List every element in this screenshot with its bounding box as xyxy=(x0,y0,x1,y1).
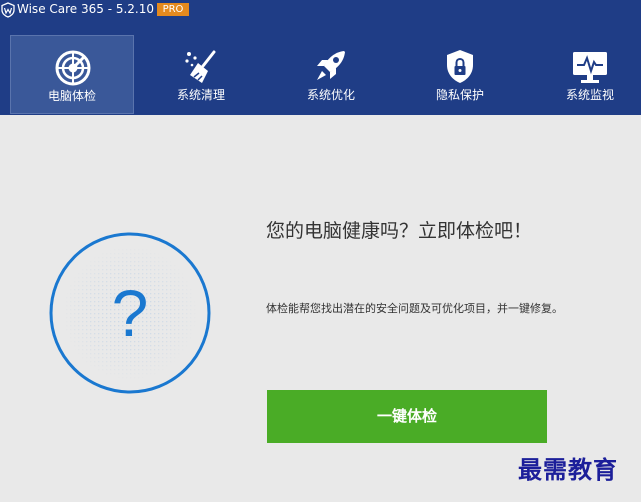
one-click-scan-button[interactable]: 一键体检 xyxy=(267,390,547,443)
pro-badge: PRO xyxy=(157,3,189,16)
tab-pc-checkup[interactable]: 电脑体检 xyxy=(10,35,134,114)
question-mark-icon: ? xyxy=(112,276,149,350)
unknown-status-indicator: ? xyxy=(49,232,211,394)
tab-label: 系统优化 xyxy=(306,88,355,102)
monitor-pulse-icon xyxy=(573,52,607,83)
app-title: Wise Care 365 - 5.2.10 xyxy=(17,2,155,16)
description-text: 体检能帮您找出潜在的安全问题及可优化项目，并一键修复。 xyxy=(266,302,563,315)
shield-w-icon xyxy=(1,2,15,18)
tab-label: 隐私保护 xyxy=(435,88,484,102)
tab-privacy-protect[interactable]: 隐私保护 xyxy=(398,35,522,114)
tab-system-monitor[interactable]: 系统监视 xyxy=(528,35,641,114)
app-window: Wise Care 365 - 5.2.10 PRO 电脑体检 系统清理 系统优… xyxy=(0,0,641,502)
tab-system-clean[interactable]: 系统清理 xyxy=(139,35,263,114)
checkup-panel: ? 您的电脑健康吗？立即体检吧！ 体检能帮您找出潜在的安全问题及可优化项目，并一… xyxy=(0,115,641,502)
tab-label: 电脑体检 xyxy=(47,89,96,103)
radar-icon xyxy=(55,50,91,86)
watermark-text: 最需教育 xyxy=(518,455,618,484)
broom-icon xyxy=(185,50,216,83)
tab-label: 系统监视 xyxy=(565,88,614,102)
tab-label: 系统清理 xyxy=(176,88,225,102)
tab-system-optimize[interactable]: 系统优化 xyxy=(269,35,393,114)
headline: 您的电脑健康吗？立即体检吧！ xyxy=(266,220,533,242)
rocket-icon xyxy=(317,51,345,80)
title-bar: Wise Care 365 - 5.2.10 PRO xyxy=(0,0,641,20)
main-navigation: 电脑体检 系统清理 系统优化 隐私保护 系统监视 xyxy=(0,20,641,115)
shield-lock-icon xyxy=(447,50,473,83)
